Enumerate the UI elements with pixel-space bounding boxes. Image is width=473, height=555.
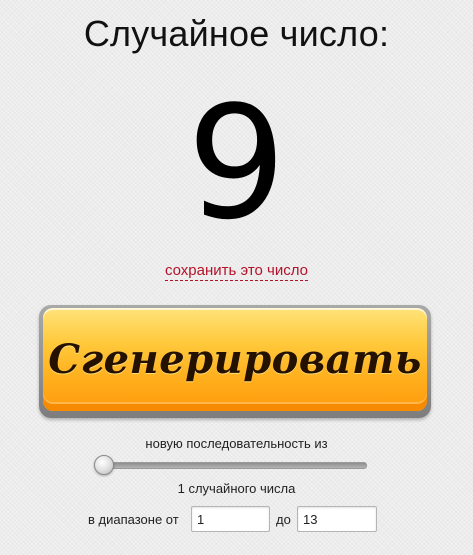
range-from-label: в диапазоне от bbox=[88, 512, 179, 527]
range-row: в диапазоне от до bbox=[0, 505, 473, 533]
generate-button-label: Сгенерировать bbox=[48, 335, 422, 383]
save-number-link-container: сохранить это число bbox=[0, 262, 473, 281]
page-title: Случайное число: bbox=[83, 13, 390, 54]
count-slider[interactable] bbox=[94, 455, 367, 475]
save-number-link[interactable]: сохранить это число bbox=[164, 262, 309, 281]
sequence-label: новую последовательность из bbox=[145, 436, 328, 451]
range-to-input[interactable] bbox=[297, 506, 377, 532]
slider-handle[interactable] bbox=[94, 455, 114, 475]
slider-track[interactable] bbox=[95, 462, 367, 469]
range-to-label: до bbox=[276, 512, 291, 527]
sequence-count-text: 1 случайного числа bbox=[177, 481, 296, 496]
generate-button-frame: Сгенерировать bbox=[39, 305, 431, 418]
generate-button[interactable]: Сгенерировать bbox=[43, 308, 427, 411]
range-from-input[interactable] bbox=[191, 506, 270, 532]
random-number-display: 9 bbox=[186, 72, 287, 254]
